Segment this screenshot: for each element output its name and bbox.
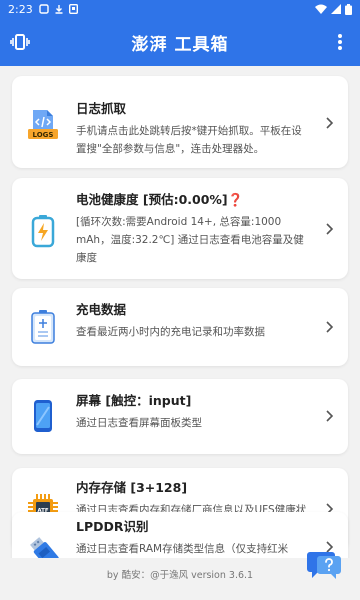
signal-icon <box>331 4 341 14</box>
card-desc: 手机请点击此处跳转后按*键开始抓取。平板在设置搜"全部参数与信息"，连击处理器处… <box>76 125 302 155</box>
status-bar: 2:23 <box>0 0 360 18</box>
battery-icon <box>31 215 55 248</box>
more-options-button[interactable] <box>320 18 360 66</box>
card-screen[interactable]: 屏幕 [触控：input] 通过日志查看屏幕面板类型 <box>12 379 348 454</box>
status-time: 2:23 <box>8 2 33 16</box>
help-badge-icon[interactable]: ❓ <box>228 192 244 207</box>
phone-screen-icon <box>34 400 52 432</box>
card-desc: 通过日志查看屏幕面板类型 <box>76 417 202 429</box>
chevron-right-icon <box>326 410 334 422</box>
app-title: 澎湃 工具箱 <box>131 34 229 55</box>
chevron-right-icon <box>326 321 334 333</box>
card-desc: 查看最近两小时内的充电记录和功率数据 <box>76 326 265 338</box>
card-battery-health[interactable]: 电池健康度 [预估:0.00%]❓ [循环次数:需要Android 14+, 总… <box>12 178 348 279</box>
notification-icon <box>39 4 49 14</box>
download-icon <box>55 5 63 14</box>
card-charging-data[interactable]: 充电数据 查看最近两小时内的充电记录和功率数据 <box>12 288 348 366</box>
storage-icon <box>68 4 78 14</box>
more-vert-icon <box>338 34 342 50</box>
card-title: 电池健康度 [预估:0.00%]❓ <box>76 192 244 207</box>
card-desc: [循环次数:需要Android 14+, 总容量:1000 mAh，温度:32.… <box>76 216 304 264</box>
card-lpddr[interactable]: LPDDR识别 通过日志查看RAM存储类型信息（仅支持红米 <box>12 512 348 558</box>
card-title: 内存存储 [3+128] <box>76 480 188 495</box>
logs-icon: LOGS <box>28 110 58 139</box>
card-title: 屏幕 [触控：input] <box>76 393 192 408</box>
svg-text:LOGS: LOGS <box>33 131 54 139</box>
tool-list: LOGS 日志抓取 手机请点击此处跳转后按*键开始抓取。平板在设置搜"全部参数与… <box>0 66 360 558</box>
card-title: 日志抓取 <box>76 101 127 116</box>
battery-status-icon <box>345 3 352 15</box>
charging-icon <box>31 310 55 344</box>
chat-help-icon[interactable] <box>306 548 342 584</box>
app-bar: 澎湃 工具箱 <box>0 18 360 66</box>
vibrate-icon <box>10 34 30 50</box>
chevron-right-icon <box>326 223 334 235</box>
card-desc: 通过日志查看RAM存储类型信息（仅支持红米 <box>76 543 289 555</box>
chevron-right-icon <box>326 117 334 129</box>
card-title: LPDDR识别 <box>76 519 149 534</box>
card-title: 充电数据 <box>76 302 127 317</box>
usb-drive-icon <box>30 537 59 558</box>
wifi-icon <box>315 4 327 14</box>
vibrate-button[interactable] <box>0 18 40 66</box>
card-log-capture[interactable]: LOGS 日志抓取 手机请点击此处跳转后按*键开始抓取。平板在设置搜"全部参数与… <box>12 76 348 168</box>
